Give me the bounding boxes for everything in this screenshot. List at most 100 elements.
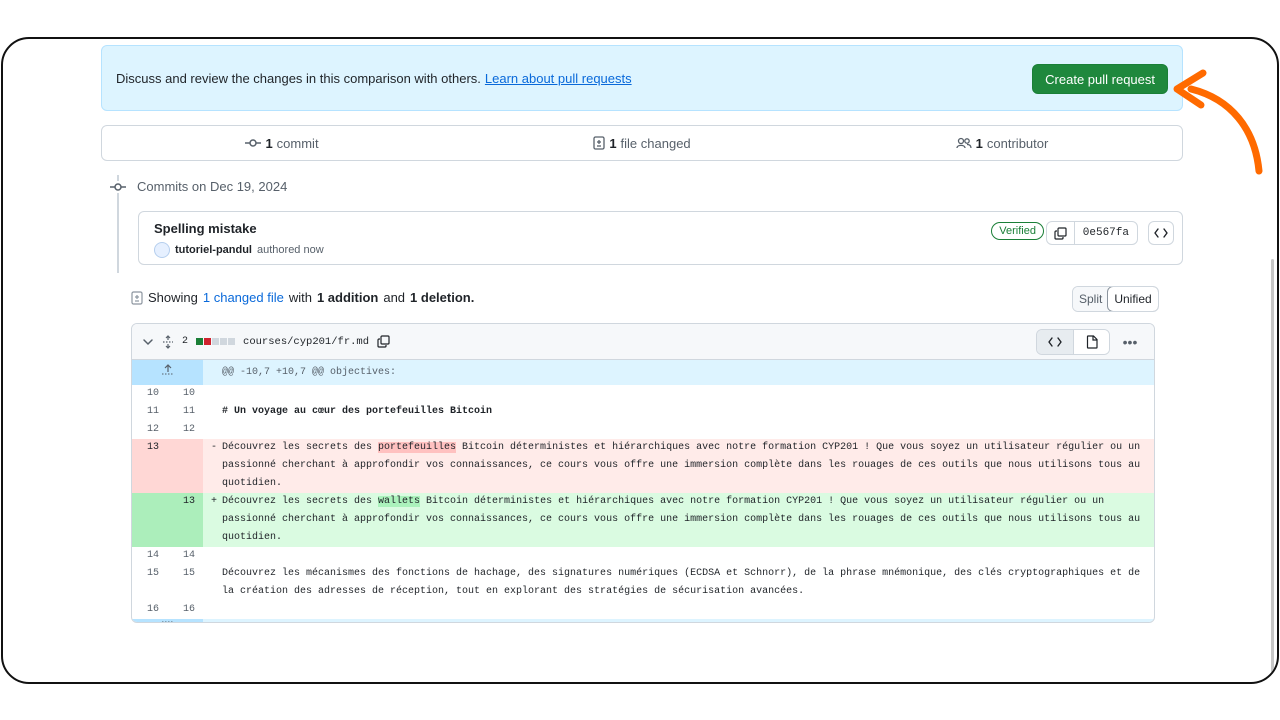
browse-repo-button[interactable] [1148,221,1174,245]
diff-sign [203,601,222,619]
split-view-button[interactable]: Split [1073,287,1109,311]
commits-count: 1 [265,135,273,151]
file-diff-icon [131,290,143,305]
new-line-number[interactable]: 16 [168,601,203,619]
code-line: Découvrez les secrets des portefeuilles … [222,439,1154,493]
showing-and: and [383,290,406,305]
unified-view-button[interactable]: Unified [1107,287,1158,311]
commit-meta: tutoriel-pandul authored now [154,242,324,258]
new-line-number[interactable]: 14 [168,547,203,565]
old-line-number[interactable]: 13 [132,439,168,493]
git-commit-icon [109,180,127,193]
learn-pull-requests-link[interactable]: Learn about pull requests [485,71,632,86]
code-segment: Découvrez les secrets des [222,496,379,507]
showing-with: with [288,290,312,305]
file-header: 2 courses/cyp201/fr.md ••• [132,324,1154,360]
code-line [222,385,1154,403]
old-line-number[interactable]: 11 [132,403,168,421]
commit-title-link[interactable]: Spelling mistake [154,221,257,236]
file-diff-icon [593,136,605,150]
commit-item: Spelling mistake tutoriel-pandul authore… [138,211,1183,265]
commits-heading-text: Commits on Dec 19, 2024 [137,179,288,194]
commit-time: authored now [257,244,324,256]
file-path-link[interactable]: courses/cyp201/fr.md [243,336,369,348]
new-line-number[interactable]: 15 [168,565,203,601]
old-line-number[interactable]: 15 [132,565,168,601]
code-line: Découvrez les secrets des wallets Bitcoi… [222,493,1154,547]
create-pull-request-button[interactable]: Create pull request [1032,64,1168,94]
banner-message: Discuss and review the changes in this c… [116,70,481,86]
old-line-number[interactable]: 12 [132,421,168,439]
diff-sign [203,565,222,601]
annotation-arrow-icon [1173,69,1263,175]
copy-icon[interactable] [377,335,390,348]
code-segment: Découvrez les secrets des [222,442,379,453]
code-line [222,601,1154,619]
new-line-number[interactable]: 13 [168,493,203,547]
old-line-number[interactable] [132,493,168,547]
diff-line: 16 16 [132,601,1154,619]
word-deletion-highlight: portefeuilles [378,442,457,453]
new-line-number[interactable]: 10 [168,385,203,403]
diff-sign [203,547,222,565]
files-summary[interactable]: 1 file changed [462,136,822,151]
diff-line: 15 15 Découvrez les mécanismes des fonct… [132,565,1154,601]
new-line-number[interactable] [168,439,203,493]
changes-count: 2 [182,336,189,347]
code-icon [1048,337,1062,347]
contributors-summary[interactable]: 1 contributor [822,136,1182,151]
file-icon [1086,335,1098,349]
code-line: Découvrez les mécanismes des fonctions d… [222,568,1147,597]
word-addition-highlight: wallets [378,496,421,507]
diff-line: 10 10 [132,385,1154,403]
hunk-footer-row [132,619,1154,622]
file-view-toggle [1036,329,1110,355]
file-diff: 2 courses/cyp201/fr.md ••• @@ -10,7 +10,… [131,323,1155,623]
diff-line: 14 14 [132,547,1154,565]
commits-summary[interactable]: 1 commit [102,136,462,151]
diff-line: 12 12 [132,421,1154,439]
verified-badge[interactable]: Verified [991,222,1044,240]
chevron-down-icon[interactable] [142,336,154,348]
commit-author-link[interactable]: tutoriel-pandul [175,244,252,256]
changed-files-link[interactable]: 1 changed file [203,290,284,305]
old-line-number[interactable]: 16 [132,601,168,619]
expand-up-icon[interactable] [132,360,203,385]
expand-down-icon[interactable] [132,619,203,622]
diff-line: 11 11 # Un voyage au cœur des portefeuil… [132,403,1154,421]
commit-sha-link[interactable]: 0e567fa [1075,227,1137,239]
showing-prefix: Showing [148,290,198,305]
old-line-number[interactable]: 14 [132,547,168,565]
code-line [222,547,1154,565]
copy-sha-button[interactable] [1047,222,1075,244]
diff-sign: - [203,439,222,493]
commits-label: commit [276,135,319,151]
deletions-count: 1 deletion. [410,290,475,305]
additions-count: 1 addition [316,290,379,305]
code-line [222,421,1154,439]
avatar[interactable] [154,242,170,258]
code-icon [1154,228,1168,238]
copy-icon [1054,226,1067,240]
compare-flash-banner: Discuss and review the changes in this c… [101,45,1183,111]
new-line-number[interactable]: 11 [168,403,203,421]
scrollbar[interactable] [1271,259,1274,679]
diff-table: @@ -10,7 +10,7 @@ objectives: 10 10 11 1… [132,360,1154,622]
comparison-summary: 1 commit 1 file changed 1 contributor [101,125,1183,161]
old-line-number[interactable]: 10 [132,385,168,403]
rich-diff-button[interactable] [1073,330,1109,354]
hunk-header-text: @@ -10,7 +10,7 @@ objectives: [222,360,1154,385]
added-line: 13 + Découvrez les secrets des wallets B… [132,493,1154,547]
source-diff-button[interactable] [1037,330,1073,354]
hunk-header-row: @@ -10,7 +10,7 @@ objectives: [132,360,1154,385]
kebab-horizontal-icon[interactable]: ••• [1116,334,1144,350]
files-count: 1 [609,135,617,151]
contributors-count: 1 [975,135,983,151]
code-line: # Un voyage au cœur des portefeuilles Bi… [222,406,493,417]
diff-sign [203,403,222,421]
expand-all-icon[interactable] [162,334,174,349]
diff-view-toggle: Split Unified [1072,286,1159,312]
people-icon [956,137,972,149]
screenshot-frame: Discuss and review the changes in this c… [1,37,1279,684]
new-line-number[interactable]: 12 [168,421,203,439]
